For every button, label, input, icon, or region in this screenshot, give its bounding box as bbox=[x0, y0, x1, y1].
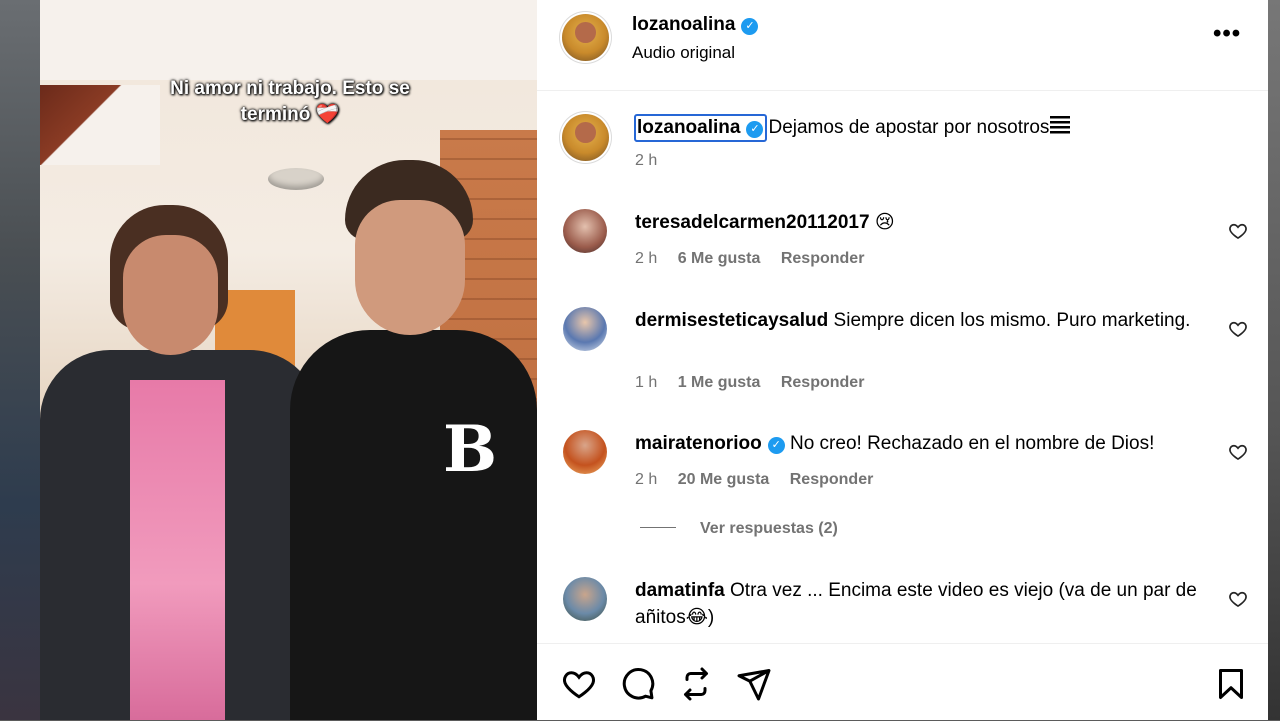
post-header: lozanoalina ✓ Audio original ••• bbox=[537, 0, 1268, 91]
header-username-row[interactable]: lozanoalina ✓ bbox=[632, 14, 759, 36]
comment-icon[interactable] bbox=[620, 666, 656, 702]
comment-time: 2 h bbox=[635, 471, 658, 488]
comment-body: mairatenorioo ✓ No creo! Rechazado en el … bbox=[635, 430, 1215, 457]
comment-username[interactable]: dermisesteticaysalud bbox=[635, 310, 828, 331]
backdrop-left bbox=[0, 0, 40, 720]
comment-likes[interactable]: 1 Me gusta bbox=[678, 374, 761, 391]
comment-likes[interactable]: 6 Me gusta bbox=[678, 250, 761, 267]
reply-button[interactable]: Responder bbox=[781, 250, 865, 267]
replies-divider bbox=[640, 527, 676, 528]
comment-meta: 1 h 1 Me gusta Responder bbox=[635, 374, 880, 392]
comment-time: 1 h bbox=[635, 374, 658, 391]
comment-avatar[interactable] bbox=[563, 577, 607, 621]
reel-video[interactable]: B Ni amor ni trabajo. Esto se terminó ❤️… bbox=[40, 0, 537, 720]
verified-badge-icon: ✓ bbox=[746, 121, 764, 138]
comment-likes[interactable]: 20 Me gusta bbox=[678, 471, 770, 488]
woman-face bbox=[123, 235, 218, 355]
bookmark-icon[interactable] bbox=[1213, 666, 1249, 702]
like-heart-icon[interactable] bbox=[1228, 221, 1248, 241]
bars-emoji-icon bbox=[1050, 116, 1071, 134]
video-stairs bbox=[40, 85, 160, 165]
video-ceiling bbox=[40, 0, 537, 80]
post-panel: lozanoalina ✓ Audio original ••• lozanoal… bbox=[537, 0, 1268, 720]
comment-meta: 2 h 20 Me gusta Responder bbox=[635, 471, 889, 489]
comment-username[interactable]: damatinfa bbox=[635, 580, 725, 601]
backdrop-right bbox=[1268, 0, 1280, 720]
like-heart-icon[interactable] bbox=[561, 666, 597, 702]
video-overlay-text: Ni amor ni trabajo. Esto se terminó ❤️‍🩹 bbox=[150, 76, 430, 128]
comment-username[interactable]: mairatenorioo bbox=[635, 433, 762, 454]
verified-badge-icon: ✓ bbox=[767, 437, 785, 454]
header-avatar[interactable] bbox=[562, 14, 609, 61]
comment-avatar[interactable] bbox=[563, 307, 607, 351]
comment-body: teresadelcarmen20112017 😢 bbox=[635, 209, 1215, 236]
action-bar bbox=[537, 643, 1268, 721]
woman-dress bbox=[130, 380, 225, 720]
man-face bbox=[355, 200, 465, 335]
like-heart-icon[interactable] bbox=[1228, 319, 1248, 339]
video-woman bbox=[40, 205, 330, 720]
comment-text: 😢 bbox=[874, 212, 895, 233]
more-options-icon[interactable]: ••• bbox=[1213, 22, 1241, 46]
caption-username-link[interactable]: lozanoalina ✓ bbox=[634, 114, 768, 142]
comment-time: 2 h bbox=[635, 250, 658, 267]
man-shirt bbox=[290, 330, 537, 720]
mending-heart-emoji: ❤️‍🩹 bbox=[315, 104, 340, 125]
caption-username[interactable]: lozanoalina bbox=[637, 117, 740, 138]
repost-icon[interactable] bbox=[678, 666, 714, 702]
reply-button[interactable]: Responder bbox=[781, 374, 865, 391]
comment-text: Siempre dicen los mismo. Puro marketing. bbox=[833, 310, 1191, 331]
comment-avatar[interactable] bbox=[563, 209, 607, 253]
header-username[interactable]: lozanoalina bbox=[632, 14, 735, 35]
like-heart-icon[interactable] bbox=[1228, 442, 1248, 462]
view-replies-button[interactable]: Ver respuestas (2) bbox=[640, 520, 838, 538]
share-icon[interactable] bbox=[736, 666, 772, 702]
reply-button[interactable]: Responder bbox=[790, 471, 874, 488]
like-heart-icon[interactable] bbox=[1228, 589, 1248, 609]
view-replies-label[interactable]: Ver respuestas (2) bbox=[700, 520, 838, 537]
caption-text: Dejamos de apostar por nosotros bbox=[768, 117, 1050, 138]
comment-avatar[interactable] bbox=[563, 430, 607, 474]
audio-link[interactable]: Audio original bbox=[632, 43, 735, 63]
overlay-caption: Ni amor ni trabajo. Esto se terminó bbox=[170, 78, 410, 125]
video-man: B bbox=[290, 160, 537, 720]
comment-body: dermisesteticaysalud Siempre dicen los m… bbox=[635, 307, 1215, 334]
shirt-logo: B bbox=[442, 412, 498, 487]
comment-username[interactable]: teresadelcarmen20112017 bbox=[635, 212, 870, 233]
caption-time: 2 h bbox=[635, 152, 658, 169]
comment-meta: 2 h 6 Me gusta Responder bbox=[635, 250, 880, 268]
verified-badge-icon: ✓ bbox=[741, 18, 759, 35]
caption-avatar[interactable] bbox=[562, 114, 609, 161]
comment-body: damatinfa Otra vez ... Encima este video… bbox=[635, 577, 1215, 631]
caption: lozanoalina ✓ Dejamos de apostar por nosot… bbox=[634, 114, 1071, 142]
comment-text: No creo! Rechazado en el nombre de Dios! bbox=[789, 433, 1155, 454]
